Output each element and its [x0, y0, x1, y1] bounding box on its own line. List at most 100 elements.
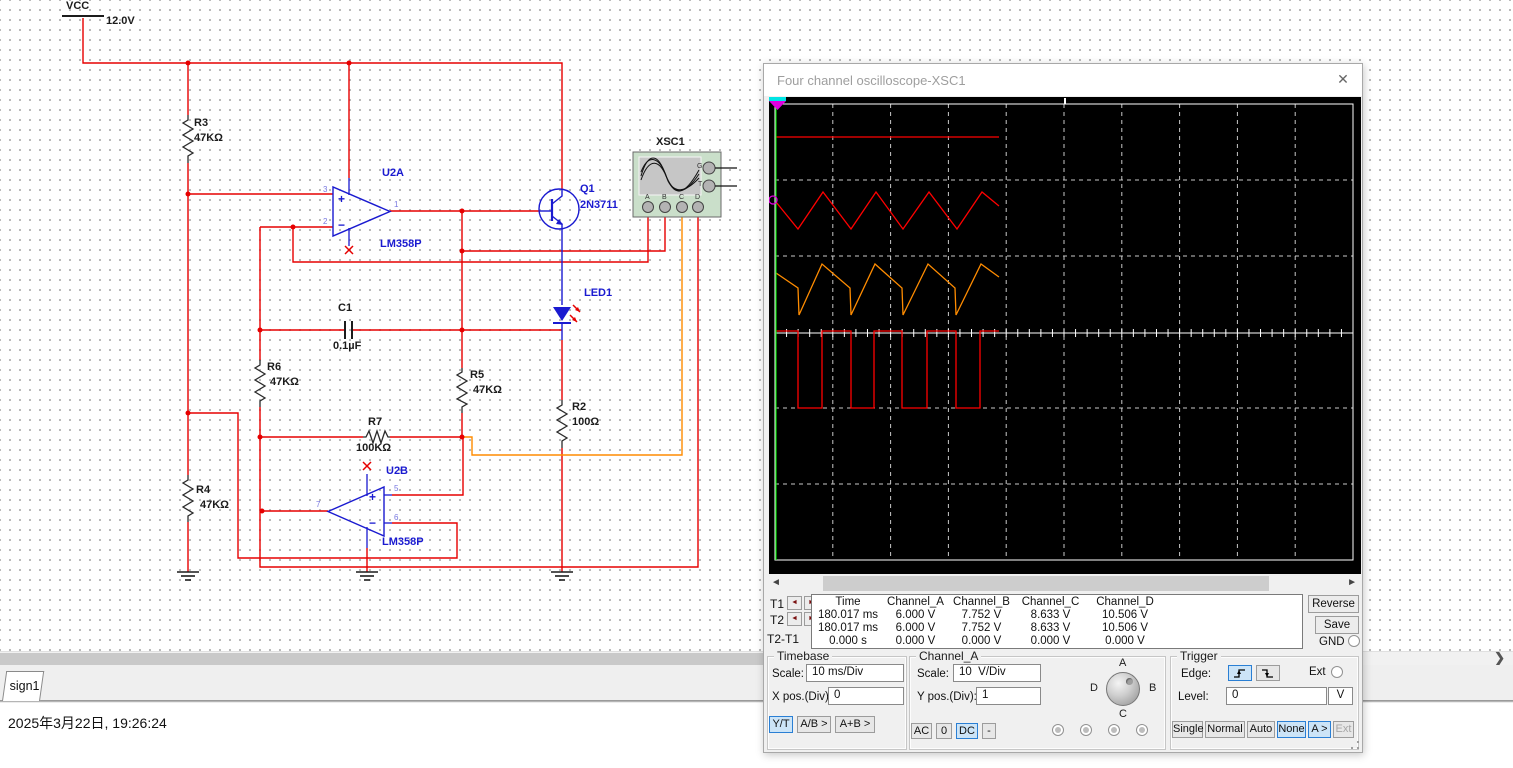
gnd-label: GND	[1319, 636, 1345, 648]
r2-value[interactable]: 100Ω	[572, 416, 599, 428]
ab-button[interactable]: A/B >	[797, 716, 831, 733]
dt-chb: 0.000 V	[947, 635, 1016, 648]
u2a-value[interactable]: LM358P	[380, 238, 422, 250]
channel-a-ypos-input[interactable]: 1	[976, 687, 1041, 705]
tab-design-sheet[interactable]: sign1	[2, 671, 44, 701]
falling-edge-button[interactable]	[1256, 665, 1280, 681]
yt-button[interactable]: Y/T	[769, 716, 793, 733]
u2a-ref[interactable]: U2A	[382, 167, 404, 179]
scope-scrollbar[interactable]: ◄ ►	[767, 575, 1361, 592]
vcc-value[interactable]: 12.0V	[106, 15, 135, 27]
t2-chc: 8.633 V	[1016, 622, 1085, 635]
r4-value[interactable]: 47KΩ	[200, 499, 229, 511]
channel-b-radio[interactable]	[1080, 724, 1092, 736]
no-connect-x-u2a	[345, 246, 353, 254]
ground-symbols[interactable]	[177, 572, 573, 580]
close-icon[interactable]: ✕	[1334, 71, 1352, 88]
led-emission-arrows	[570, 305, 580, 322]
resistor-r5[interactable]	[457, 368, 467, 413]
r5-ref[interactable]: R5	[470, 369, 484, 381]
trigger-level-input[interactable]: 0	[1226, 687, 1327, 705]
oscilloscope-window[interactable]: Four channel oscilloscope-XSC1 ✕	[763, 63, 1363, 753]
timebase-scale-input[interactable]: 10 ms/Div	[806, 664, 904, 682]
auto-button[interactable]: Auto	[1247, 721, 1275, 738]
u2b-value[interactable]: LM358P	[382, 536, 424, 548]
resistor-r3[interactable]	[183, 115, 193, 163]
schematic-drawing[interactable]	[0, 0, 760, 651]
u2b-ref[interactable]: U2B	[386, 465, 408, 477]
ac-button[interactable]: AC	[911, 723, 932, 739]
dt-cha: 0.000 V	[884, 635, 947, 648]
q1-value[interactable]: 2N3711	[580, 199, 618, 211]
trigger-edge-label: Edge:	[1181, 668, 1211, 680]
r6-value[interactable]: 47KΩ	[270, 376, 299, 388]
scope-scroll-thumb[interactable]	[823, 576, 1269, 591]
knob-label-b: B	[1149, 682, 1156, 694]
t2-left-button[interactable]: ◄	[787, 612, 802, 626]
led1-ref[interactable]: LED1	[584, 287, 612, 299]
u2b-plus: +	[369, 490, 376, 504]
knob-label-a: A	[1119, 657, 1126, 669]
tab-label: sign1	[6, 672, 42, 693]
trigger-ext-button[interactable]: Ext	[1333, 721, 1354, 738]
c1-value[interactable]: 0.1µF	[333, 340, 361, 352]
channel-d-radio[interactable]	[1136, 724, 1148, 736]
minus-button[interactable]: -	[982, 723, 996, 739]
scope-scroll-left-icon[interactable]: ◄	[771, 577, 781, 588]
xsc-terminal-c: C	[679, 194, 684, 201]
canvas-scroll-right-icon[interactable]: ❯	[1494, 650, 1505, 666]
scope-display[interactable]	[769, 97, 1361, 574]
xsc-terminal-t: T	[698, 181, 702, 188]
knob-label-d: D	[1090, 682, 1098, 694]
r7-ref[interactable]: R7	[368, 416, 382, 428]
rising-edge-button[interactable]	[1228, 665, 1252, 681]
dc-button[interactable]: DC	[956, 723, 978, 739]
resize-grip[interactable]	[1351, 741, 1359, 749]
xsc1-ref[interactable]: XSC1	[656, 136, 685, 148]
zero-button[interactable]: 0	[936, 723, 952, 739]
channel-c-radio[interactable]	[1108, 724, 1120, 736]
oscilloscope-icon-xsc1[interactable]	[633, 152, 737, 217]
normal-button[interactable]: Normal	[1205, 721, 1245, 738]
timebase-xpos-input[interactable]: 0	[828, 687, 904, 705]
oscilloscope-titlebar[interactable]: Four channel oscilloscope-XSC1 ✕	[764, 64, 1362, 96]
save-button[interactable]: Save	[1315, 616, 1359, 634]
gnd-radio[interactable]	[1348, 635, 1360, 647]
trigger-a-button[interactable]: A >	[1308, 721, 1331, 738]
r4-ref[interactable]: R4	[196, 484, 210, 496]
reverse-button[interactable]: Reverse	[1308, 595, 1359, 613]
channel-select-knob[interactable]	[1106, 672, 1140, 706]
channel-a-title: Channel_A	[916, 649, 981, 663]
dt-chd: 0.000 V	[1085, 635, 1165, 648]
resistor-r4[interactable]	[183, 475, 193, 522]
t2-chb: 7.752 V	[947, 622, 1016, 635]
single-button[interactable]: Single	[1172, 721, 1203, 738]
scope-scroll-right-icon[interactable]: ►	[1347, 577, 1357, 588]
t1-chd: 10.506 V	[1085, 609, 1165, 622]
trigger-unit-box[interactable]: V	[1328, 687, 1353, 705]
col-header-b: Channel_B	[947, 596, 1016, 609]
channel-a-scale-input[interactable]: 10 V/Div	[953, 664, 1041, 682]
resistor-r6[interactable]	[255, 360, 265, 407]
trigger-ext-radio[interactable]	[1331, 666, 1343, 678]
none-button[interactable]: None	[1277, 721, 1306, 738]
r3-value[interactable]: 47KΩ	[194, 132, 223, 144]
col-header-d: Channel_D	[1085, 596, 1165, 609]
r6-ref[interactable]: R6	[267, 361, 281, 373]
vcc-label[interactable]: VCC	[66, 0, 89, 12]
capacitor-c1[interactable]	[345, 321, 352, 339]
r2-ref[interactable]: R2	[572, 401, 586, 413]
led1-symbol[interactable]	[553, 305, 580, 323]
t2t1-label: T2-T1	[767, 632, 799, 646]
t1-left-button[interactable]: ◄	[787, 596, 802, 610]
resistor-r2[interactable]	[557, 400, 567, 448]
r3-ref[interactable]: R3	[194, 117, 208, 129]
r7-value[interactable]: 100KΩ	[356, 442, 391, 454]
u2b-pin5: 5	[394, 484, 398, 493]
apb-button[interactable]: A+B >	[835, 716, 875, 733]
q1-ref[interactable]: Q1	[580, 183, 595, 195]
c1-ref[interactable]: C1	[338, 302, 352, 314]
channel-a-radio[interactable]	[1052, 724, 1064, 736]
r5-value[interactable]: 47KΩ	[473, 384, 502, 396]
t1-cha: 6.000 V	[884, 609, 947, 622]
